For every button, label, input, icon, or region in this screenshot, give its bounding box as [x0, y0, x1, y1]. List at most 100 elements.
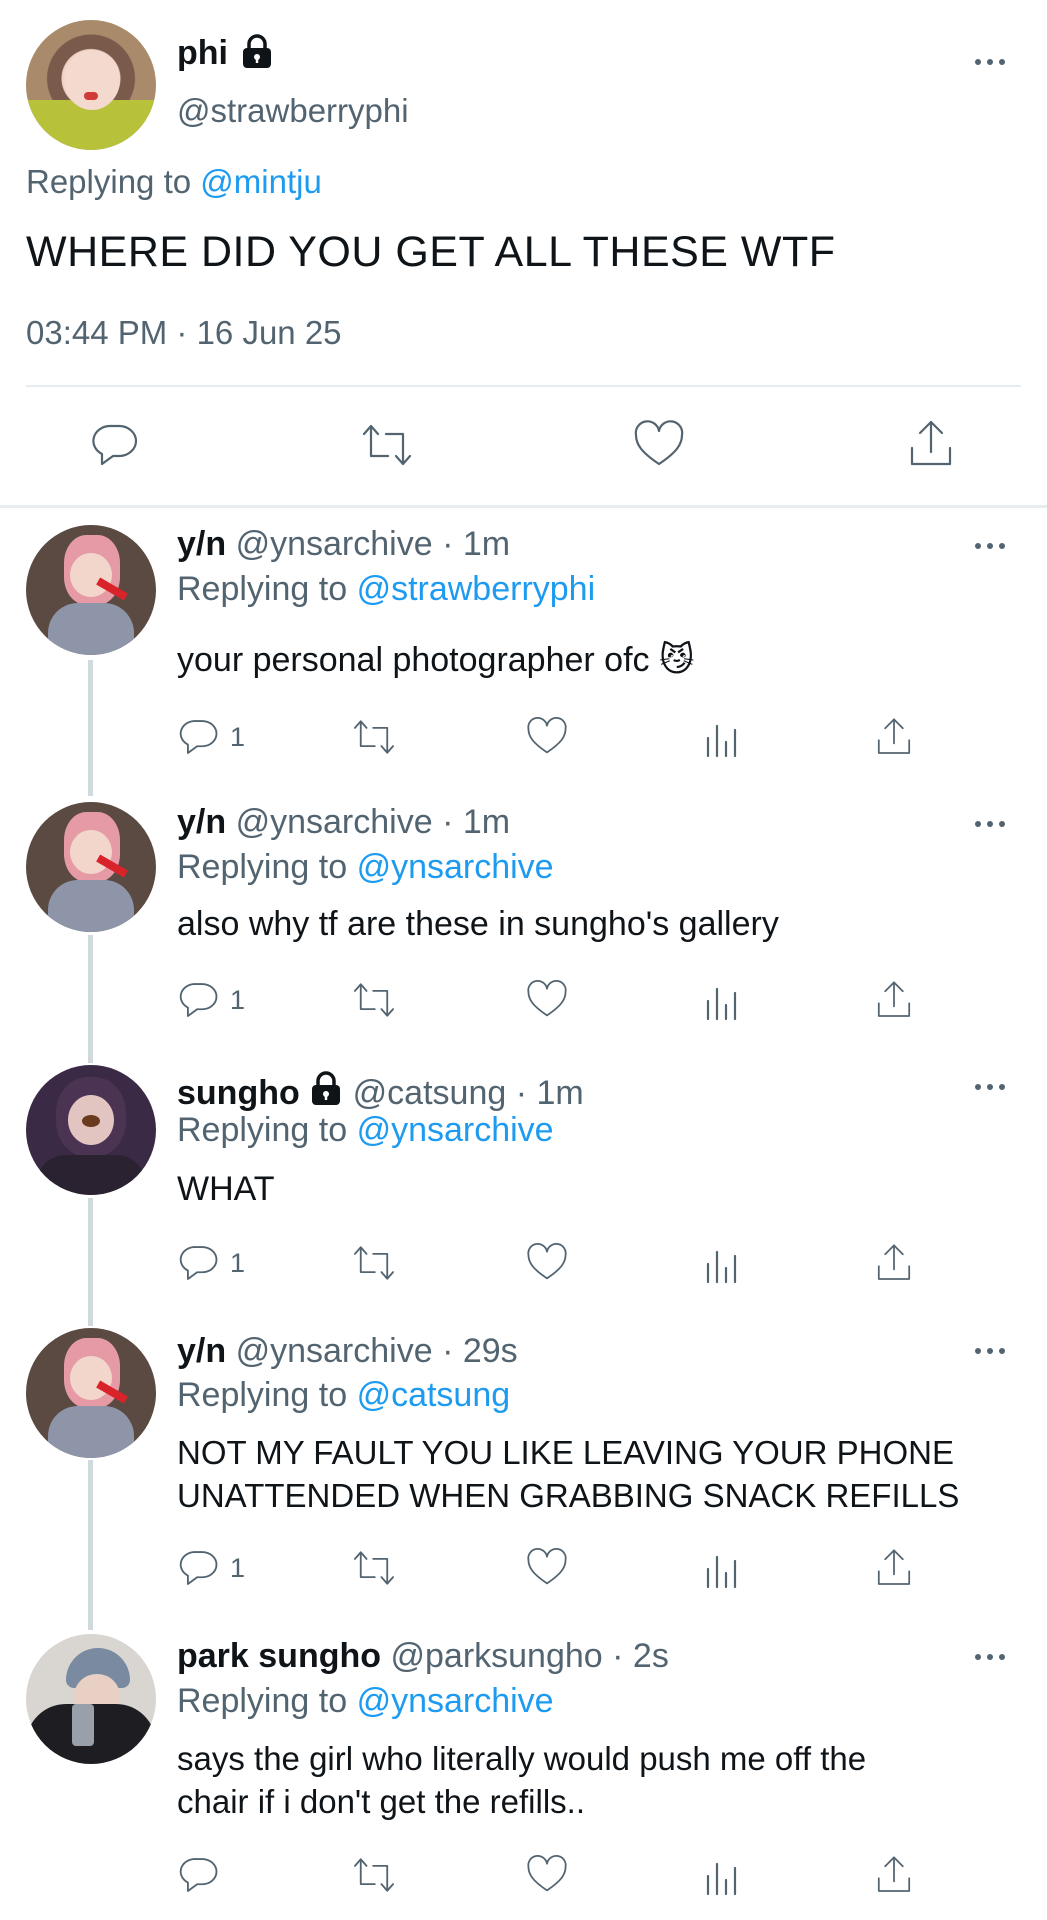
replying-to-label: Replying to	[177, 1111, 348, 1149]
analytics-icon[interactable]	[702, 716, 742, 758]
tweet-text-line: says the girl who literally would push m…	[177, 1740, 867, 1777]
thread-line	[88, 1198, 93, 1326]
share-icon[interactable]	[874, 1547, 914, 1589]
reply-header: y/n @ynsarchive · 29s	[177, 1332, 518, 1371]
time: · 1m	[442, 525, 511, 563]
replying-to-link[interactable]: @ynsarchive	[357, 1682, 554, 1720]
more-options-icon[interactable]	[973, 1651, 1009, 1663]
time: · 1m	[442, 803, 511, 841]
divider	[26, 385, 1021, 387]
avatar[interactable]	[26, 1634, 156, 1764]
reply-icon[interactable]	[177, 1547, 219, 1589]
thread-line	[88, 935, 93, 1063]
more-options-icon[interactable]	[973, 56, 1009, 68]
reply-count: 1	[230, 722, 246, 752]
tweet-text: WHERE DID YOU GET ALL THESE WTF	[26, 228, 836, 276]
heart-icon[interactable]	[633, 420, 685, 470]
avatar[interactable]	[26, 1328, 156, 1458]
tweet-text: your personal photographer ofc 😼	[177, 641, 695, 679]
analytics-icon[interactable]	[702, 979, 742, 1021]
time: · 1m	[515, 1074, 584, 1112]
tweet-text-line: UNATTENDED WHEN GRABBING SNACK REFILLS	[177, 1477, 960, 1514]
share-icon[interactable]	[874, 1242, 914, 1284]
handle[interactable]: @catsung	[353, 1074, 507, 1112]
reply-count: 1	[230, 1553, 246, 1583]
share-icon[interactable]	[874, 979, 914, 1021]
analytics-icon[interactable]	[702, 1854, 742, 1896]
replying-to-link[interactable]: @catsung	[357, 1376, 511, 1414]
thread-line	[88, 660, 93, 796]
analytics-icon[interactable]	[702, 1242, 742, 1284]
replying-to-label: Replying to	[26, 163, 192, 200]
heart-icon[interactable]	[526, 716, 568, 758]
reply-icon[interactable]	[177, 1242, 219, 1284]
time: · 29s	[442, 1332, 518, 1370]
retweet-icon[interactable]	[350, 1854, 398, 1896]
avatar[interactable]	[26, 1065, 156, 1195]
display-name[interactable]: park sungho	[177, 1637, 381, 1675]
replying-to-line: Replying to @strawberryphi	[177, 570, 595, 609]
retweet-icon[interactable]	[350, 1242, 398, 1284]
more-options-icon[interactable]	[973, 540, 1009, 552]
reply-icon[interactable]	[177, 716, 219, 758]
tweet-text-line: chair if i don't get the refills..	[177, 1783, 585, 1820]
replying-to-label: Replying to	[177, 848, 348, 886]
time: · 2s	[612, 1637, 669, 1675]
more-options-icon[interactable]	[973, 818, 1009, 830]
share-icon[interactable]	[874, 716, 914, 758]
heart-icon[interactable]	[526, 979, 568, 1021]
replying-to-label: Replying to	[177, 1682, 348, 1720]
replying-to-line: Replying to @catsung	[177, 1376, 510, 1415]
thread-line	[88, 1460, 93, 1630]
replying-to-label: Replying to	[177, 570, 348, 608]
analytics-icon[interactable]	[702, 1547, 742, 1589]
avatar[interactable]	[26, 20, 156, 150]
reply-icon[interactable]	[177, 979, 219, 1021]
more-options-icon[interactable]	[973, 1345, 1009, 1357]
heart-icon[interactable]	[526, 1854, 568, 1896]
retweet-icon[interactable]	[350, 979, 398, 1021]
replying-to-line: Replying to @ynsarchive	[177, 848, 554, 887]
replying-to-line: Replying to @mintju	[26, 163, 322, 201]
share-icon[interactable]	[906, 418, 956, 470]
avatar[interactable]	[26, 525, 156, 655]
timestamp: 03:44 PM · 16 Jun 25	[26, 314, 342, 351]
display-name[interactable]: y/n	[177, 1332, 226, 1370]
reply-header: sungho @catsung · 1m	[177, 1071, 584, 1113]
reply-header: y/n @ynsarchive · 1m	[177, 525, 510, 564]
handle[interactable]: @ynsarchive	[236, 1332, 433, 1370]
reply-icon[interactable]	[177, 1854, 219, 1896]
display-name[interactable]: y/n	[177, 803, 226, 841]
retweet-icon[interactable]	[350, 1547, 398, 1589]
retweet-icon[interactable]	[350, 716, 398, 758]
replying-to-link[interactable]: @mintju	[200, 163, 322, 200]
reply-header: y/n @ynsarchive · 1m	[177, 803, 510, 842]
heart-icon[interactable]	[526, 1242, 568, 1284]
replying-to-link[interactable]: @strawberryphi	[357, 570, 596, 608]
heart-icon[interactable]	[526, 1547, 568, 1589]
replying-to-link[interactable]: @ynsarchive	[357, 1111, 554, 1149]
display-name[interactable]: phi	[177, 34, 228, 73]
share-icon[interactable]	[874, 1854, 914, 1896]
handle[interactable]: @ynsarchive	[236, 525, 433, 563]
replying-to-line: Replying to @ynsarchive	[177, 1111, 554, 1150]
handle[interactable]: @parksungho	[390, 1637, 602, 1675]
replying-to-label: Replying to	[177, 1376, 348, 1414]
replying-to-link[interactable]: @ynsarchive	[357, 848, 554, 886]
replying-to-line: Replying to @ynsarchive	[177, 1682, 554, 1721]
tweet-text: also why tf are these in sungho's galler…	[177, 905, 779, 943]
tweet-text: WHAT	[177, 1170, 275, 1208]
handle[interactable]: @strawberryphi	[177, 92, 409, 130]
more-options-icon[interactable]	[973, 1081, 1009, 1093]
retweet-icon[interactable]	[358, 420, 416, 470]
tweet-text-line: NOT MY FAULT YOU LIKE LEAVING YOUR PHONE	[177, 1434, 954, 1471]
display-name[interactable]: y/n	[177, 525, 226, 563]
reply-count: 1	[230, 985, 246, 1015]
display-name[interactable]: sungho	[177, 1074, 300, 1112]
reply-icon[interactable]	[89, 420, 139, 470]
handle[interactable]: @ynsarchive	[236, 803, 433, 841]
reply-header: park sungho @parksungho · 2s	[177, 1637, 669, 1676]
avatar[interactable]	[26, 802, 156, 932]
lock-icon	[312, 1071, 341, 1105]
lock-icon	[243, 34, 271, 68]
